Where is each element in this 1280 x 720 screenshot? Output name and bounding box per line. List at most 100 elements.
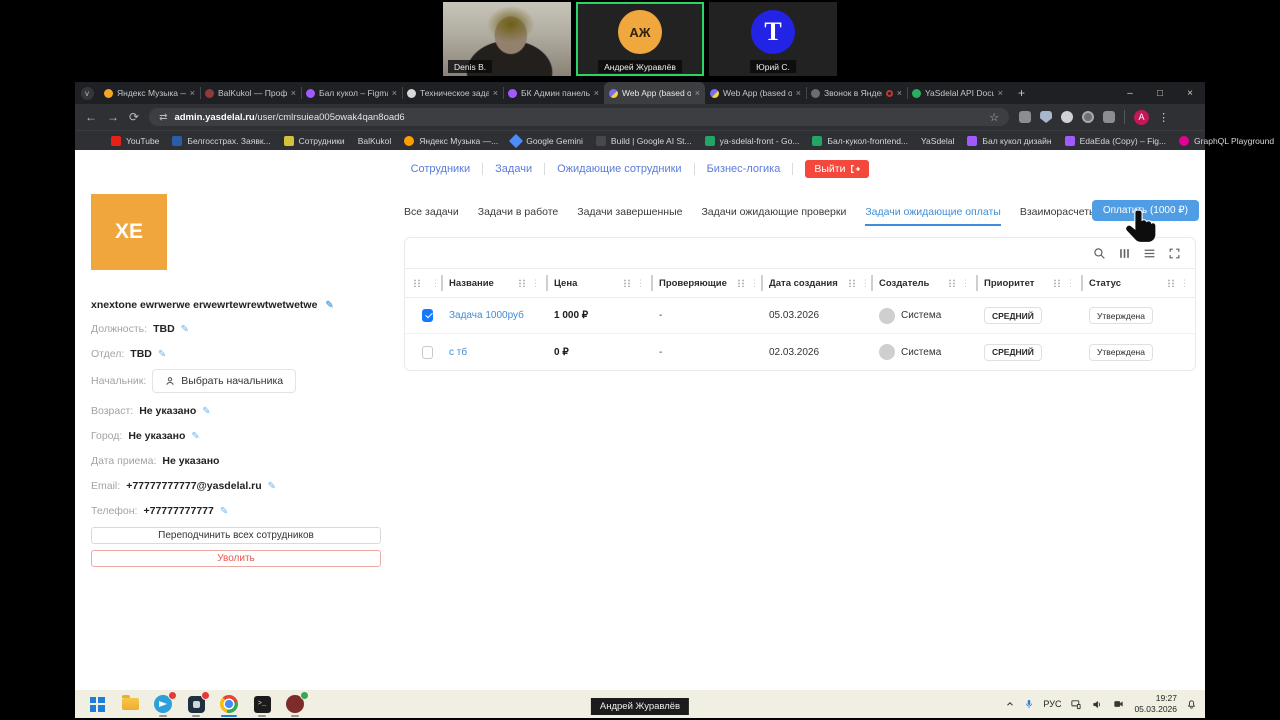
tab-close-icon[interactable]: × [897, 88, 902, 98]
header-priority[interactable]: Приоритет ⋮ [976, 269, 1081, 297]
table-row[interactable]: Задача 1000руб 1 000 ₽ - 05.03.2026 Сист… [405, 298, 1195, 334]
tab-in-progress[interactable]: Задачи в работе [478, 206, 559, 226]
clock[interactable]: 19:27 05.03.2026 [1134, 693, 1177, 714]
maximize-button[interactable]: □ [1145, 82, 1175, 104]
fullscreen-icon[interactable] [1168, 247, 1181, 260]
microphone-icon[interactable] [1024, 698, 1034, 710]
edit-icon[interactable]: ✎ [268, 481, 276, 492]
choose-manager-button[interactable]: Выбрать начальника [152, 369, 297, 393]
participant-tile-denis[interactable]: Denis B. [443, 2, 571, 76]
browser-tab[interactable]: Техническое задани × [402, 82, 503, 104]
browser-tab[interactable]: Яндекс Музыка — с × [99, 82, 200, 104]
tab-search-button[interactable]: v [75, 86, 99, 100]
language-indicator[interactable]: РУС [1043, 699, 1061, 709]
bookmark-item[interactable]: Сотрудники [283, 135, 345, 146]
edit-icon[interactable]: ✎ [220, 506, 228, 517]
task-link[interactable]: Задача 1000руб [449, 310, 524, 321]
table-row[interactable]: с тб 0 ₽ - 02.03.2026 Система СРЕДНИЙ Ут… [405, 334, 1195, 370]
column-menu-icon[interactable]: ⋮ [431, 278, 440, 289]
notifications-bell-icon[interactable] [1186, 698, 1197, 710]
row-checkbox[interactable] [422, 309, 433, 322]
bookmark-item[interactable]: Бал-кукол-frontend... [812, 135, 908, 146]
task-link[interactable]: с тб [449, 347, 467, 358]
close-button[interactable]: × [1175, 82, 1205, 104]
header-name[interactable]: Название ⋮ [441, 269, 546, 297]
column-menu-icon[interactable]: ⋮ [961, 278, 970, 289]
bookmark-item[interactable]: ya-sdelal-front - Go... [704, 135, 799, 146]
bookmark-item[interactable]: EdaEda (Copy) – Fig... [1064, 135, 1166, 146]
participant-tile-andrey[interactable]: АЖ Андрей Журавлёв [576, 2, 704, 76]
edit-icon[interactable]: ✎ [191, 431, 199, 442]
profile-avatar[interactable]: A [1134, 109, 1150, 125]
browser-tab-active[interactable]: Web App (based on × [604, 82, 705, 104]
puzzle-extensions-icon[interactable] [1103, 111, 1116, 123]
tray-chevron-icon[interactable] [1005, 699, 1015, 709]
new-tab-button[interactable]: + [1008, 86, 1035, 100]
bookmark-item[interactable]: Белгосстрах. Заявк... [172, 135, 271, 146]
terminal-button[interactable]: >_ [252, 694, 272, 717]
messenger-button[interactable] [186, 691, 210, 717]
bookmark-item[interactable]: YouTube [111, 135, 159, 146]
column-menu-icon[interactable]: ⋮ [1180, 278, 1189, 289]
telegram-button[interactable] [153, 691, 177, 717]
browser-tab[interactable]: Звонок в Яндекс × [806, 82, 907, 104]
column-menu-icon[interactable]: ⋮ [636, 278, 645, 289]
bookmark-item[interactable]: BalKukol [358, 136, 392, 146]
header-status[interactable]: Статус ⋮ [1081, 269, 1195, 297]
bookmark-star-icon[interactable]: ☆ [989, 111, 999, 124]
drag-handle-icon[interactable] [518, 279, 526, 287]
tab-completed[interactable]: Задачи завершенные [577, 206, 682, 226]
tab-close-icon[interactable]: × [998, 88, 1003, 98]
browser-tab[interactable]: БК Админ панель (п × [503, 82, 604, 104]
bookmark-item[interactable]: Build | Google AI St... [595, 135, 692, 146]
tab-all-tasks[interactable]: Все задачи [404, 206, 459, 226]
tab-awaiting-payment[interactable]: Задачи ожидающие оплаты [865, 206, 1001, 226]
shield-extension-icon[interactable] [1040, 111, 1053, 123]
drag-handle-icon[interactable] [413, 279, 421, 287]
tab-close-icon[interactable]: × [493, 88, 498, 98]
search-icon[interactable] [1093, 247, 1106, 260]
tab-close-icon[interactable]: × [796, 88, 801, 98]
drag-handle-icon[interactable] [1167, 279, 1175, 287]
minimize-button[interactable]: – [1115, 82, 1145, 104]
browser-tab[interactable]: BalKukol — Профиль × [200, 82, 301, 104]
browser-tab[interactable]: Web App (based on × [705, 82, 806, 104]
start-button[interactable] [87, 694, 107, 714]
drag-handle-icon[interactable] [623, 279, 631, 287]
drag-handle-icon[interactable] [736, 279, 745, 287]
edit-icon[interactable]: ✎ [158, 349, 166, 360]
fire-button[interactable]: Уволить [91, 550, 381, 567]
tab-close-icon[interactable]: × [190, 88, 195, 98]
reassign-all-button[interactable]: Переподчинить всех сотрудников [91, 527, 381, 544]
forward-button[interactable]: → [107, 110, 119, 124]
header-creator[interactable]: Создатель ⋮ [871, 269, 976, 297]
network-icon[interactable] [1070, 699, 1082, 710]
bookmark-item[interactable]: Google Gemini [509, 133, 583, 148]
camera-indicator-icon[interactable] [1112, 699, 1125, 709]
tab-close-icon[interactable]: × [695, 88, 700, 98]
refresh-button[interactable]: ⟳ [129, 110, 139, 124]
header-created[interactable]: Дата создания ⋮ [761, 269, 871, 297]
edit-icon[interactable]: ✎ [181, 324, 189, 335]
drag-handle-icon[interactable] [1053, 279, 1061, 287]
browser-menu-icon[interactable]: ⋮ [1158, 111, 1169, 124]
column-menu-icon[interactable]: ⋮ [1066, 278, 1075, 289]
bookmark-item[interactable]: Яндекс Музыка —... [404, 135, 498, 146]
row-checkbox[interactable] [422, 345, 433, 359]
header-price[interactable]: Цена ⋮ [546, 269, 651, 297]
browser-tab[interactable]: YaSdelal API Docum × [907, 82, 1008, 104]
site-info-icon[interactable]: ⇄ [159, 112, 167, 123]
drag-handle-icon[interactable] [847, 279, 856, 287]
edit-icon[interactable]: ✎ [202, 406, 210, 417]
tab-close-icon[interactable]: × [392, 88, 397, 98]
bookmark-item[interactable]: Бал кукол дизайн [967, 135, 1052, 146]
chrome-button[interactable] [219, 694, 239, 717]
bookmark-item[interactable]: YaSdelal [921, 136, 954, 146]
speaker-icon[interactable] [1091, 699, 1103, 710]
browser-tab[interactable]: Бал кукол – Figma × [301, 82, 402, 104]
address-bar[interactable]: ⇄ admin.yasdelal.ru/user/cmlrsuiea005owa… [149, 108, 1010, 126]
tab-settlements[interactable]: Взаиморасчеты [1020, 206, 1097, 226]
column-menu-icon[interactable]: ⋮ [861, 278, 870, 289]
recorder-app-button[interactable] [285, 691, 309, 717]
drag-handle-icon[interactable] [948, 279, 956, 287]
